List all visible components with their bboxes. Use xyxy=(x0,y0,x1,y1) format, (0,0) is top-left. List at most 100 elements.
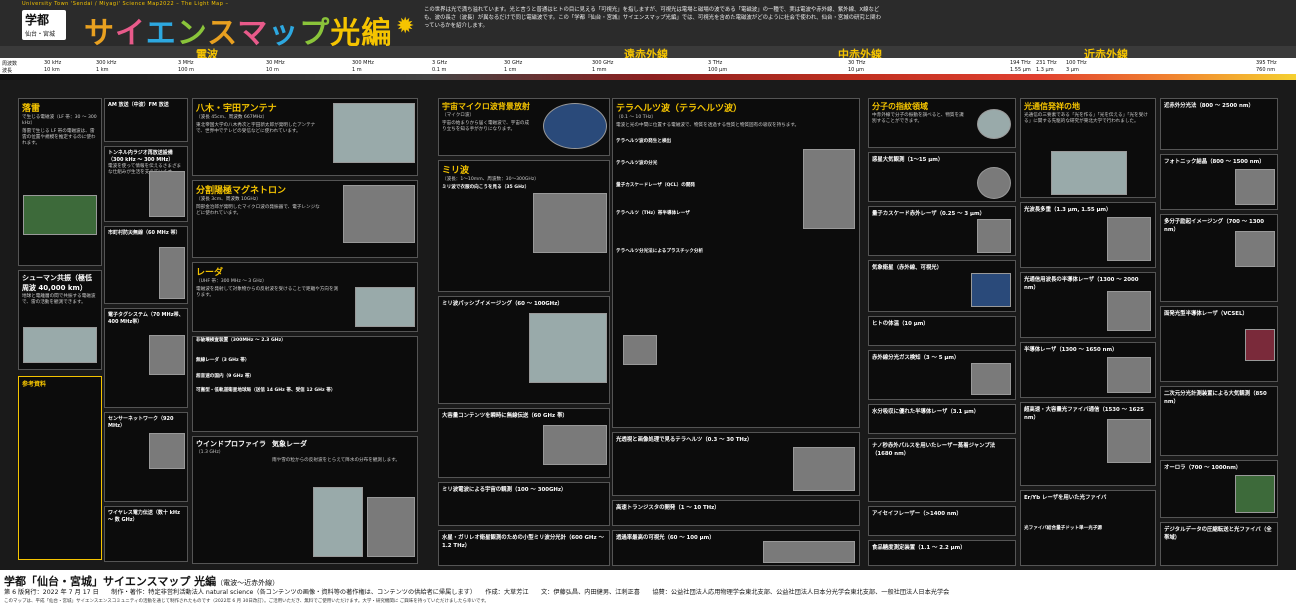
sensor-network-section: センサーネットワーク（920 MHz） xyxy=(104,412,188,502)
optical-comm-section: 光通信発祥の地 光通信の三要素である「光を作る」「光を伝える」「光を受ける」に関… xyxy=(1020,98,1156,198)
laser-jump-section: ナノ秒赤外パルスを用いたレーザー蒸着ジャンプ法（1680 nm） xyxy=(868,438,1016,502)
column-6: 分子の指紋領域 中赤外線で分子の振動を調べると、物質を識別することができます。 … xyxy=(868,84,1016,568)
column-8: 近赤外分光法（800 〜 2500 nm） フォトニック結晶（800 〜 150… xyxy=(1160,84,1278,568)
section-title: ミリ波電波による宇宙の観測（100 〜 300GHz） xyxy=(442,487,567,493)
spectrometer-section: 水星・ガリレオ衛星観測のための小型ミリ波分光計（600 GHz 〜 1.2 TH… xyxy=(438,530,610,566)
er-laser-section: Er/Yb レーザを用いた光ファイバ 光ファイバ結合量子ドット単一光子源 xyxy=(1020,490,1156,566)
section-title: ミリ波パッシブイメージング（60 〜 100GHz） xyxy=(442,301,563,307)
section-title: 食品糖度測定装置（1.1 〜 2.2 µm） xyxy=(872,545,966,551)
section-text: 東北帝国大学の八木秀次と宇田新太郎が発明したアンテナで、世界中でテレビの受信など… xyxy=(196,123,316,134)
page: University Town 'Sendai / Miyagi' Scienc… xyxy=(0,0,1296,612)
eye-safe-section: アイセイフレーザー（>1400 nm） xyxy=(868,506,1016,536)
section-title: テラヘルツ分光法によるプラスチック分析 xyxy=(616,249,704,254)
yagi-antenna-image xyxy=(333,103,415,163)
space-observation-section: ミリ波電波による宇宙の観測（100 〜 300GHz） xyxy=(438,482,610,526)
section-text: 地球と電離層の間で共振する電磁波で、雷の活動を観測できます。 xyxy=(22,294,96,305)
atmosphere-sensing-section: 二次元分光計測装置による大気観測（850 nm） xyxy=(1160,386,1278,456)
footer-note: このマップは、平成「仙台・宮城」サイエンスエンスコミュニティの活動を通じて制作さ… xyxy=(4,599,489,604)
section-subtitle: （0.1 〜 10 THz） xyxy=(616,115,656,120)
tunnel-image xyxy=(149,171,185,217)
laser-1300-section: 半導体レーザ（1300 〜 1650 nm） xyxy=(1020,342,1156,398)
section-title: 近赤外分光法（800 〜 2500 nm） xyxy=(1164,103,1254,109)
freq-tick: 30 MHz xyxy=(266,60,285,66)
section-title: 落雷 xyxy=(22,104,41,114)
photonic-crystal-section: フォトニック結晶（800 〜 1500 nm） xyxy=(1160,154,1278,210)
section-title: 気象レーダ xyxy=(272,440,307,448)
wave-tick: 10 m xyxy=(266,67,279,73)
water-absorb-section: 水分吸収に優れた半導体レーザ（3.1 µm） xyxy=(868,404,1016,434)
wave-tick: 1.3 µm xyxy=(1036,67,1054,73)
section-title: 面発光型半導体レーザ（VCSEL） xyxy=(1164,311,1248,317)
thz-imaging-section: 光透視と画像処理で見るテラヘルツ（0.3 〜 30 THz） xyxy=(612,432,860,496)
fingerprint-section: 分子の指紋領域 中赤外線で分子の振動を調べると、物質を識別することができます。 xyxy=(868,98,1016,148)
section-title: シューマン共振（極低周波 40,000 km） xyxy=(22,274,92,292)
wave-tick: 760 nm xyxy=(1256,67,1276,73)
section-text: 宇宙の始まりから届く電磁波で、宇宙の成り立ちを知る手がかりになります。 xyxy=(442,121,530,132)
section-title: 参考資料 xyxy=(22,381,47,388)
weather-radar-section: ウインドプロファイラ （1.3 GHz） 気象レーダ 雨や雪の粒からの反射波をと… xyxy=(192,436,418,564)
tunnel-radio-section: トンネル内ラジオ再放送設備（300 kHz 〜 300 MHz） 電波を使って情… xyxy=(104,146,188,222)
radar-image xyxy=(355,287,415,327)
section-text: 電磁波を発射して対象物からの反射波を受けることで距離や方向を測ります。 xyxy=(196,287,339,298)
section-text: 電波と光の中間に位置する電磁波で、物質を透過する性質と物質固有の吸収を持ちます。 xyxy=(616,123,800,128)
section-title: 光通信発祥の地 xyxy=(1024,102,1080,111)
gas-detect-section: 赤外線分光ガス検知（3 〜 5 µm） xyxy=(868,350,1016,400)
wireless-power-section: ワイヤレス電力伝送（数十 kHz 〜 数 GHz） xyxy=(104,506,188,562)
section-subtitle: （UHF 帯：300 MHz 〜 3 GHz） xyxy=(196,279,267,284)
schumann-section: シューマン共振（極低周波 40,000 km） 地球と電離層の間で共振する電磁波… xyxy=(18,270,102,370)
laser-chip-image xyxy=(1107,357,1151,393)
data-compression-section: デジタルデータの圧縮転送と光ファイバ（全帯域） xyxy=(1160,522,1278,566)
gas-image xyxy=(971,363,1011,395)
band-labels: 電波 遠赤外線 中赤外線 近赤外線 xyxy=(0,46,1296,61)
wave-tick: 100 µm xyxy=(708,67,728,73)
wave-tick: 1.55 µm xyxy=(1010,67,1031,73)
wave-tick: 10 km xyxy=(44,67,60,73)
sensor-image xyxy=(149,433,185,469)
section-title: デジタルデータの圧縮転送と光ファイバ（全帯域） xyxy=(1164,527,1272,541)
wdm-image xyxy=(1107,217,1151,261)
section-title: 光波長多重（1.3 µm, 1.55 µm） xyxy=(1024,207,1112,213)
radar-applications-section: 非破壊検査装置（300MHz 〜 2.3 GHz） 無線レーダ（3 GHz 帯）… xyxy=(192,336,418,432)
freq-tick: 194 THz xyxy=(1010,60,1031,66)
intro-text: この世界は光で満ち溢れています。光と言うと普通はヒトの目に見える「可視光」を指し… xyxy=(424,7,881,29)
nir-spectroscopy-section: 近赤外分光法（800 〜 2500 nm） xyxy=(1160,98,1278,150)
column-3: 八木・宇田アンテナ （波長 45cm、周波数 667MHz） 東北帝国大学の八木… xyxy=(192,84,418,568)
aurora-image xyxy=(1235,475,1275,513)
freq-tick: 30 GHz xyxy=(504,60,523,66)
section-text: 光通信の三要素である「光を作る」「光を伝える」「光を受ける」に関する先駆的な研究… xyxy=(1024,113,1148,124)
section-title: ナノ秒赤外パルスを用いたレーザー蒸着ジャンプ法（1680 nm） xyxy=(872,443,996,457)
magnetron-image xyxy=(343,185,415,243)
footer-credits: 第 6 版発行：2022 年 7 月 17 日 制作・著作：特定非営利活動法人 … xyxy=(4,589,950,596)
section-title: テラヘルツ波（テラヘルツ波） xyxy=(616,104,743,114)
reference-section: 参考資料 xyxy=(18,376,102,560)
radar-section: レーダ （UHF 帯：300 MHz 〜 3 GHz） 電磁波を発射して対象物か… xyxy=(192,262,418,332)
freq-tick: 300 GHz xyxy=(592,60,614,66)
section-title: トンネル内ラジオ再放送設備（300 kHz 〜 300 MHz） xyxy=(108,150,174,163)
transfer-device-image xyxy=(543,425,607,465)
freq-tick: 231 THz xyxy=(1036,60,1057,66)
planet-atmosphere-section: 惑星大気観測（1〜15 µm） xyxy=(868,152,1016,202)
aurora-section: オーロラ（700 〜 1000nm） xyxy=(1160,460,1278,518)
molecule-image xyxy=(977,109,1011,139)
footer-title-sub: （電波〜近赤外線） xyxy=(216,579,280,587)
header: University Town 'Sendai / Miyagi' Scienc… xyxy=(0,0,1296,51)
section-title: Er/Yb レーザを用いた光ファイバ xyxy=(1024,495,1107,501)
logo-line1: 学都 xyxy=(25,13,50,27)
section-title: 超音速の国内（9 GHz 帯） xyxy=(196,374,255,379)
wave-tick: 1 km xyxy=(96,67,109,73)
logo: 学都 仙台・宮城 xyxy=(22,10,66,40)
thz-image xyxy=(793,447,855,491)
planet-image xyxy=(977,167,1011,199)
rfid-image xyxy=(149,335,185,375)
sun-icon: ✹ xyxy=(396,14,415,39)
section-title: 量子カスケード赤外レーザ（0.25 〜 3 µm） xyxy=(872,211,986,217)
body-temp-section: ヒトの体温（10 µm） xyxy=(868,316,1016,346)
spectrum-bar xyxy=(0,74,1296,80)
freq-tick: 3 THz xyxy=(708,60,723,66)
weather-satellite-section: 気象衛星（赤外線、可視光） xyxy=(868,260,1016,312)
semiconductor-laser-section: 光通信用波長の半導体レーザ（1300 〜 2000 nm） xyxy=(1020,272,1156,338)
section-title: 光通信用波長の半導体レーザ（1300 〜 2000 nm） xyxy=(1024,277,1139,291)
section-title: 水分吸収に優れた半導体レーザ（3.1 µm） xyxy=(872,409,980,415)
galaxy-image xyxy=(763,541,855,563)
wdm-section: 光波長多重（1.3 µm, 1.55 µm） xyxy=(1020,202,1156,268)
